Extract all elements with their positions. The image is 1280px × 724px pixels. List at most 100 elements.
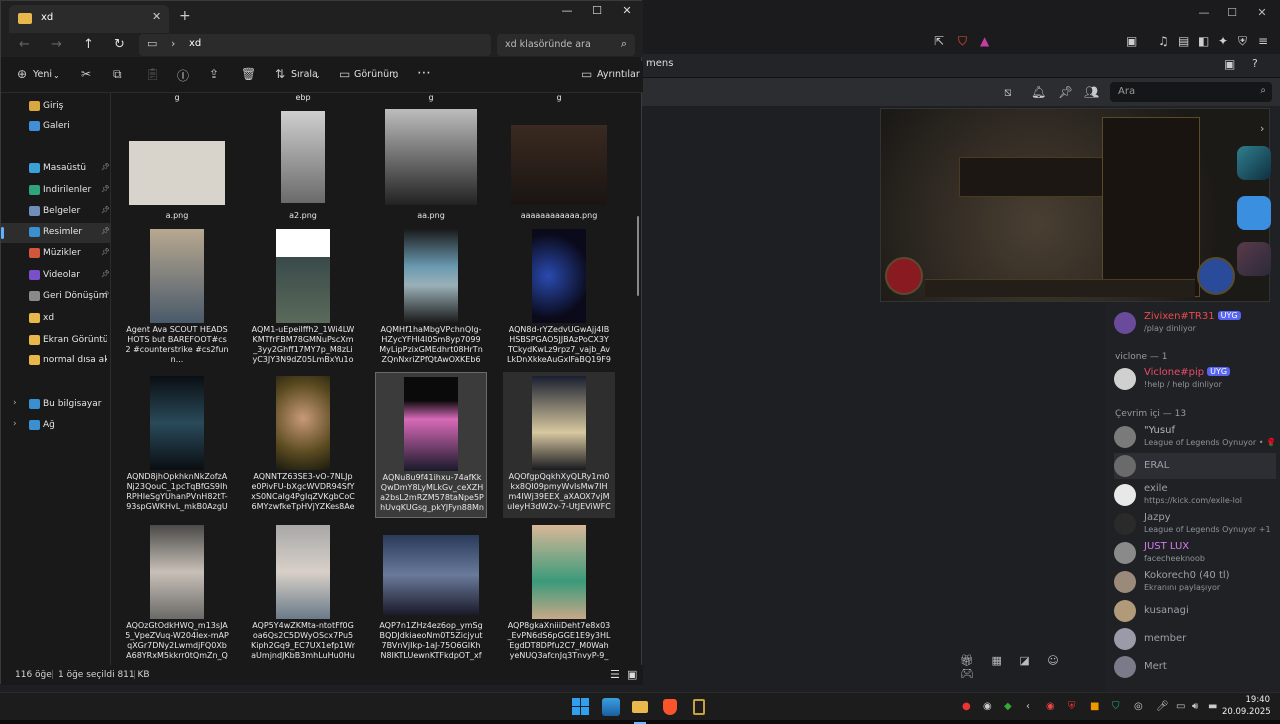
music-icon[interactable]: ♫ bbox=[1158, 34, 1169, 48]
discord-tray-icon[interactable]: ◉ bbox=[983, 701, 992, 712]
nvidia-icon[interactable]: ◆ bbox=[1004, 701, 1012, 712]
share-icon[interactable]: ⇪ bbox=[209, 67, 219, 81]
file-tile[interactable]: Agent Ava SCOUT HEADSHOTS but BAREFOOT#c… bbox=[121, 225, 233, 371]
copy-icon[interactable]: ⧉ bbox=[113, 67, 122, 82]
game-tray-icon[interactable]: ◉ bbox=[1046, 701, 1055, 712]
file-tile[interactable]: AQM1-uEpeiIffh2_1Wi4LWKMTfrFBM78GMNuPscX… bbox=[247, 225, 359, 371]
more-options-icon[interactable]: ⋯ bbox=[417, 65, 431, 81]
member-item[interactable]: Kokorech0 (40 tl) Ekranını paylaşıyor bbox=[1114, 569, 1276, 595]
leo-icon[interactable]: ✦ bbox=[1218, 34, 1228, 48]
sidebar-item[interactable]: Ekran Görüntüleri bbox=[1, 331, 111, 351]
back-icon[interactable]: ← bbox=[19, 37, 30, 52]
paste-icon[interactable]: 📋︎ bbox=[145, 67, 160, 81]
vertical-scrollbar[interactable] bbox=[637, 216, 639, 296]
antivirus-icon[interactable]: ⛨ bbox=[1068, 701, 1076, 712]
sidebar-item[interactable]: xd bbox=[1, 309, 111, 329]
up-icon[interactable]: ↑ bbox=[83, 37, 94, 52]
member-item[interactable]: Viclone#pip UYG !help / help dinliyor bbox=[1114, 366, 1276, 392]
member-item[interactable]: Zivixen#TR31 UYG /play dinliyor bbox=[1114, 310, 1276, 336]
sticker-icon[interactable]: ◪ bbox=[1019, 654, 1029, 667]
steam-icon[interactable]: ◎ bbox=[1134, 701, 1143, 712]
partial-file-caption[interactable]: ebp bbox=[247, 93, 359, 102]
member-item[interactable]: member bbox=[1114, 626, 1276, 652]
threads-icon[interactable]: ⧅ bbox=[1004, 85, 1012, 100]
file-explorer-taskbar-icon[interactable] bbox=[631, 698, 649, 724]
thumbnail-3[interactable] bbox=[1237, 242, 1271, 276]
thumbnail-2[interactable] bbox=[1237, 196, 1271, 230]
gift-icon[interactable]: 🎁︎ bbox=[960, 654, 974, 667]
minimize-icon[interactable]: — bbox=[557, 4, 577, 17]
sidebar-item[interactable]: › Bu bilgisayar bbox=[1, 395, 111, 415]
member-item[interactable]: exile https://kick.com/exile-lol bbox=[1114, 482, 1276, 508]
emoji-icon[interactable]: ☺ bbox=[1047, 654, 1058, 667]
partial-file-caption[interactable]: g bbox=[503, 93, 615, 102]
member-item[interactable]: Mert bbox=[1114, 654, 1276, 680]
file-tile[interactable]: AQP7n1ZHz4ez6op_ymSgBQDJdkiaeoNm0T5Zicjy… bbox=[375, 521, 487, 665]
battery-icon[interactable]: ▬ bbox=[1208, 701, 1217, 712]
member-item[interactable]: kusanagi bbox=[1114, 598, 1276, 624]
breadcrumb-current[interactable]: xd bbox=[189, 38, 201, 49]
help-icon[interactable]: ? bbox=[1252, 57, 1258, 70]
brave-shield-icon[interactable]: ⛉ bbox=[958, 34, 967, 49]
sidebar-item[interactable]: Giriş bbox=[1, 97, 111, 117]
member-item[interactable]: Jazpy League of Legends Oynuyor +1 bbox=[1114, 511, 1276, 537]
file-tile[interactable]: AQP8gkaXniiiDeht7e8x03_EvPN6dS6pGGE1E9y3… bbox=[503, 521, 615, 665]
rewards-icon[interactable]: ▲ bbox=[980, 34, 989, 48]
member-item[interactable]: ERAL bbox=[1114, 453, 1276, 479]
details-view-icon[interactable]: ☰ bbox=[610, 668, 620, 681]
vpn-icon[interactable]: ⛨ bbox=[1238, 34, 1247, 49]
cut-icon[interactable]: ✂ bbox=[81, 67, 91, 81]
app-tray-icon[interactable]: ■ bbox=[1090, 701, 1099, 712]
chevron-down-icon[interactable]: ⌄ bbox=[392, 71, 399, 80]
sidebar-item[interactable]: › Ağ bbox=[1, 416, 111, 436]
sidebar-item[interactable]: Galeri bbox=[1, 117, 111, 137]
screen-share-stream[interactable] bbox=[880, 108, 1270, 302]
search-input[interactable]: xd klasöründe ara ⌕ bbox=[497, 34, 635, 56]
sidebar-item[interactable]: Müzikler 📌︎ bbox=[1, 244, 111, 264]
forward-icon[interactable]: → bbox=[51, 37, 62, 52]
mic-icon[interactable]: 🎤︎ bbox=[1156, 701, 1169, 712]
close-icon[interactable]: ✕ bbox=[1254, 6, 1270, 19]
address-bar[interactable]: ▭ › xd bbox=[139, 34, 491, 56]
clock[interactable]: 19:40 20.09.2025 bbox=[1222, 694, 1271, 718]
brave-taskbar-icon[interactable] bbox=[661, 698, 679, 716]
file-tile[interactable]: AQND8jhOpkhknNkZofzANj23QouC_1pcTqBfGS9I… bbox=[121, 372, 233, 518]
sort-icon[interactable]: ⇅ bbox=[275, 67, 285, 81]
inbox-icon[interactable]: ▣ bbox=[1224, 57, 1235, 71]
file-tile[interactable]: AQOzGtOdkHWQ_m13sJA5_VpeZVuq-W204lex-mAP… bbox=[121, 521, 233, 665]
game-launcher-taskbar-icon[interactable] bbox=[690, 698, 708, 716]
file-tile[interactable]: AQP5Y4wZKMta-ntotFf0Goa6Qs2C5DWyOScx7Pu5… bbox=[247, 521, 359, 665]
sidebar-item[interactable]: Masaüstü 📌︎ bbox=[1, 159, 111, 179]
file-tile[interactable]: AQMHf1haMbgVPchnQIg-HZycYFHI4I0Sm8yp7099… bbox=[375, 225, 487, 371]
start-icon[interactable] bbox=[572, 698, 590, 716]
sidebar-item[interactable]: Videolar 📌︎ bbox=[1, 266, 111, 286]
file-tile[interactable]: AQNu8u9f41ihxu-74afKkQwDmY8LyMLkGv_ceXZH… bbox=[375, 372, 487, 518]
new-button[interactable]: Yeni bbox=[33, 69, 52, 80]
partial-file-caption[interactable]: g bbox=[121, 93, 233, 102]
file-tile[interactable]: AQNNTZ63SE3-vO-7NLJpe0PivFU-bXgcWVDR94Sf… bbox=[247, 372, 359, 518]
rename-icon[interactable]: Ⓘ bbox=[177, 67, 189, 84]
widgets-icon[interactable] bbox=[602, 698, 620, 716]
file-tile[interactable]: AQN8d-rYZedvUGwAjj4IBHSBSPGAO5JJBAzPoCX3… bbox=[503, 225, 615, 371]
file-tile[interactable]: AQOfgpQqkhXyQLRy1m0kx8QI09pmyWvIsMw7IHm4… bbox=[503, 372, 615, 518]
chevron-right-icon[interactable]: › bbox=[1260, 122, 1264, 135]
close-tab-icon[interactable]: ✕ bbox=[152, 10, 161, 23]
member-list-icon[interactable]: 👥︎ bbox=[1084, 85, 1099, 99]
thumbnail-1[interactable] bbox=[1237, 146, 1271, 180]
details-button[interactable]: Ayrıntılar bbox=[597, 69, 640, 80]
record-icon[interactable]: ● bbox=[962, 701, 971, 712]
expand-chevron-icon[interactable]: › bbox=[13, 419, 17, 429]
sidebar-item[interactable]: Geri Dönüşüm K📌︎ bbox=[1, 287, 111, 307]
sidebar-item[interactable]: İndirilenler 📌︎ bbox=[1, 181, 111, 201]
chevron-right-icon[interactable]: › bbox=[171, 37, 175, 50]
shield-icon[interactable]: ⛉ bbox=[1112, 701, 1120, 712]
pin-icon[interactable]: 📌︎ bbox=[1058, 85, 1073, 99]
member-item[interactable]: "Yusuf League of Legends Oynuyor • 🌹 bbox=[1114, 424, 1276, 450]
bell-icon[interactable]: 🔔︎ bbox=[1031, 85, 1046, 99]
member-item[interactable]: JUST LUX facecheeknoob bbox=[1114, 540, 1276, 566]
details-pane-icon[interactable]: ▭ bbox=[581, 67, 592, 81]
maximize-icon[interactable]: ☐ bbox=[587, 4, 607, 17]
delete-icon[interactable]: 🗑︎ bbox=[241, 67, 256, 81]
menu-icon[interactable]: ≡ bbox=[1258, 34, 1268, 48]
reader-icon[interactable]: ▣ bbox=[1126, 34, 1137, 48]
